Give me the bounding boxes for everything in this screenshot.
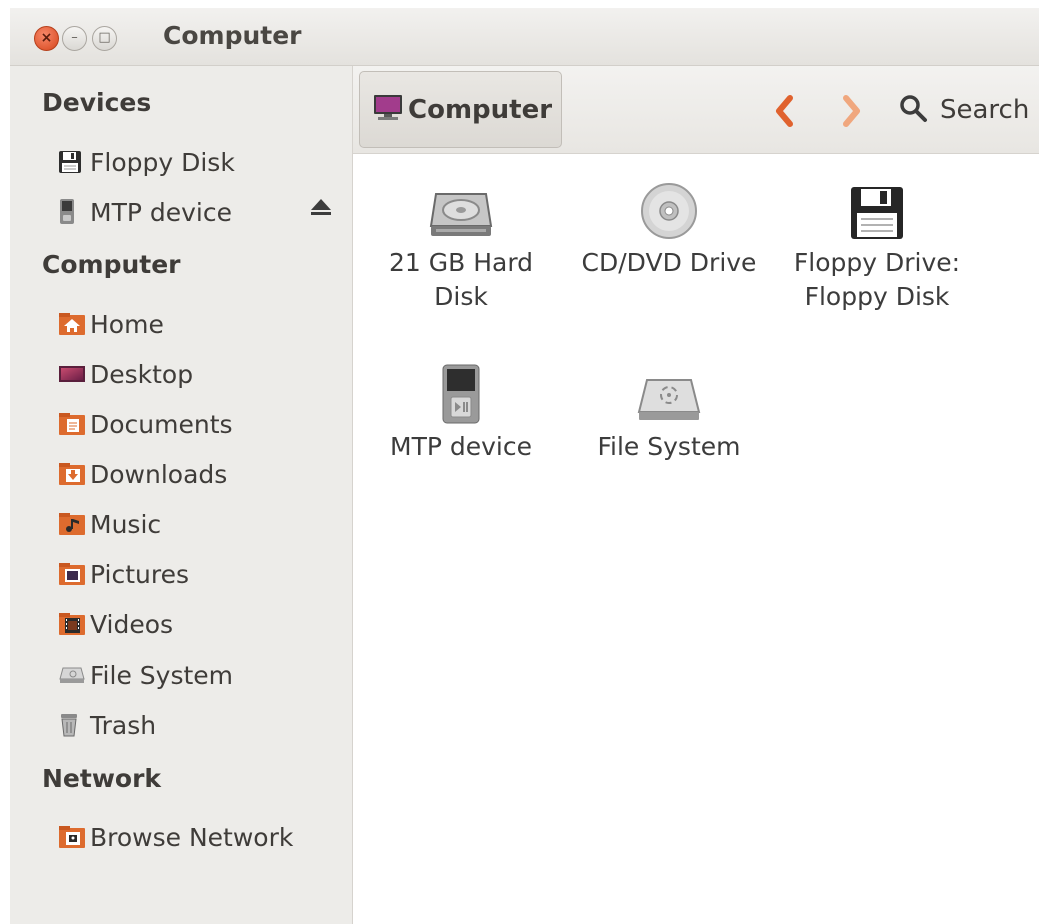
minimize-icon: –	[71, 30, 78, 45]
sidebar-item-label: MTP device	[90, 197, 232, 227]
sidebar-item-downloads[interactable]: Downloads	[58, 454, 348, 494]
file-item-hard-disk[interactable]: 21 GB Hard Disk	[361, 170, 561, 314]
sidebar-heading-network: Network	[42, 764, 162, 793]
sidebar-item-browse-network[interactable]: Browse Network	[58, 817, 348, 857]
music-folder-icon	[58, 510, 90, 538]
network-folder-icon	[58, 823, 90, 851]
sidebar-item-label: Documents	[90, 409, 233, 439]
media-player-icon	[58, 198, 90, 226]
chevron-right-icon	[843, 95, 860, 127]
title-bar[interactable]: × – □ Computer	[10, 8, 1039, 66]
file-item-mtp-device[interactable]: MTP device	[361, 354, 561, 464]
sidebar-item-desktop[interactable]: Desktop	[58, 354, 348, 394]
home-folder-icon	[58, 310, 90, 338]
eject-icon[interactable]	[308, 194, 334, 220]
sidebar-item-home[interactable]: Home	[58, 304, 348, 344]
sidebar-item-trash[interactable]: Trash	[58, 705, 348, 745]
file-item-name: File System	[597, 432, 741, 461]
sidebar-item-mtp-device[interactable]: MTP device	[58, 192, 348, 232]
documents-folder-icon	[58, 410, 90, 438]
file-item-name: Floppy Drive: Floppy Disk	[793, 248, 961, 311]
file-item-name: MTP device	[390, 432, 532, 461]
downloads-folder-icon	[58, 460, 90, 488]
toolbar: Computer Search	[353, 66, 1039, 154]
sidebar-item-label: Pictures	[90, 559, 189, 589]
sidebar-item-label: Home	[90, 309, 164, 339]
sidebar-item-pictures[interactable]: Pictures	[58, 554, 348, 594]
trash-icon	[58, 711, 90, 739]
search-button[interactable]: Search	[898, 88, 1029, 132]
close-window-button[interactable]: ×	[34, 26, 59, 51]
sidebar-item-label: Music	[90, 509, 162, 539]
search-label: Search	[940, 95, 1030, 125]
sidebar-item-documents[interactable]: Documents	[58, 404, 348, 444]
filesystem-icon	[569, 354, 769, 424]
maximize-window-button[interactable]: □	[92, 26, 117, 51]
floppy-icon	[58, 148, 90, 176]
computer-icon	[372, 93, 404, 127]
sidebar-item-label: Trash	[90, 710, 157, 740]
file-item-name: CD/DVD Drive	[581, 248, 757, 277]
file-item-name: 21 GB Hard Disk	[388, 248, 534, 311]
chevron-left-icon	[776, 95, 793, 127]
sidebar-item-music[interactable]: Music	[58, 504, 348, 544]
back-button[interactable]	[773, 94, 797, 128]
sidebar-item-file-system[interactable]: File System	[58, 655, 348, 695]
optical-drive-icon	[569, 170, 769, 240]
pictures-folder-icon	[58, 560, 90, 588]
sidebar-item-videos[interactable]: Videos	[58, 604, 348, 644]
sidebar-item-label: Browse Network	[90, 822, 294, 852]
sidebar-item-label: Desktop	[90, 359, 194, 389]
maximize-icon: □	[98, 30, 111, 45]
sidebar-item-label: Videos	[90, 609, 174, 639]
sidebar-item-floppy-disk[interactable]: Floppy Disk	[58, 142, 348, 182]
sidebar-item-label: Floppy Disk	[90, 147, 235, 177]
file-item-floppy-drive[interactable]: Floppy Drive: Floppy Disk	[777, 170, 977, 314]
filesystem-icon	[58, 661, 90, 689]
location-label: Computer	[408, 94, 553, 125]
close-icon: ×	[40, 30, 53, 46]
minimize-window-button[interactable]: –	[62, 26, 87, 51]
file-item-file-system[interactable]: File System	[569, 354, 769, 464]
hard-disk-icon	[361, 170, 561, 240]
sidebar-heading-computer: Computer	[42, 250, 181, 279]
file-view: 21 GB Hard Disk CD/DVD Drive Floppy Driv…	[353, 154, 1039, 924]
file-item-cd-dvd-drive[interactable]: CD/DVD Drive	[569, 170, 769, 280]
file-manager-window: × – □ Computer Devices Floppy Disk MTP d…	[10, 8, 1039, 924]
floppy-drive-icon	[777, 170, 977, 240]
sidebar-item-label: Downloads	[90, 459, 228, 489]
videos-folder-icon	[58, 610, 90, 638]
search-icon	[898, 93, 928, 127]
sidebar-item-label: File System	[90, 660, 234, 690]
desktop-icon	[58, 360, 90, 388]
places-sidebar: Devices Floppy Disk MTP device Computer …	[10, 66, 353, 924]
forward-button[interactable]	[839, 94, 863, 128]
sidebar-heading-devices: Devices	[42, 88, 152, 117]
window-title: Computer	[163, 21, 302, 50]
location-button-computer[interactable]: Computer	[359, 71, 562, 148]
media-player-icon	[361, 354, 561, 424]
